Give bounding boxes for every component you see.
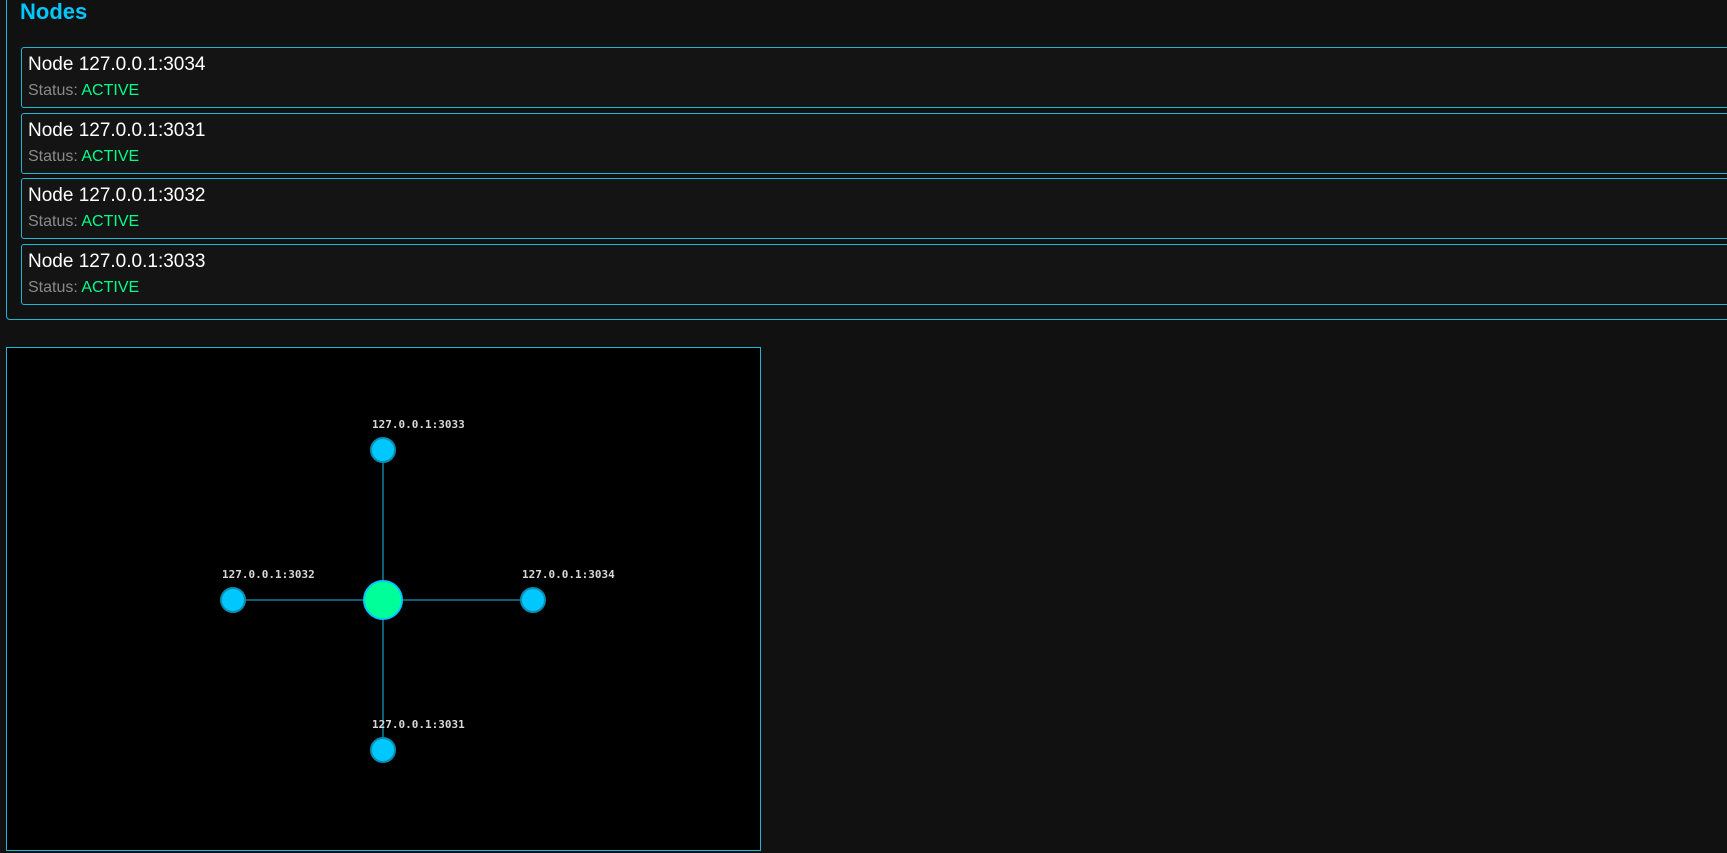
graph-node-self[interactable] <box>363 580 403 620</box>
status-value: ACTIVE <box>81 148 140 165</box>
node-status: Status: ACTIVE <box>28 82 139 100</box>
node-name: Node 127.0.0.1:3031 <box>28 120 206 141</box>
node-card[interactable]: Node 127.0.0.1:3032 Status: ACTIVE <box>21 178 1727 239</box>
graph-node-label: 127.0.0.1:3032 <box>222 568 315 581</box>
node-name: Node 127.0.0.1:3033 <box>28 251 206 272</box>
graph-node-label: 127.0.0.1:3031 <box>372 718 465 731</box>
node-name: Node 127.0.0.1:3034 <box>28 54 206 75</box>
node-status: Status: ACTIVE <box>28 213 139 231</box>
graph-node-peer[interactable] <box>220 587 246 613</box>
status-label: Status: <box>28 279 78 296</box>
network-graph-canvas[interactable]: 127.0.0.1:3033 127.0.0.1:3032 127.0.0.1:… <box>7 348 760 850</box>
graph-node-peer[interactable] <box>370 737 396 763</box>
node-card[interactable]: Node 127.0.0.1:3034 Status: ACTIVE <box>21 47 1727 108</box>
nodes-panel: Nodes Node 127.0.0.1:3034 Status: ACTIVE… <box>6 0 1727 320</box>
node-name: Node 127.0.0.1:3032 <box>28 185 206 206</box>
graph-node-label: 127.0.0.1:3033 <box>372 418 465 431</box>
status-label: Status: <box>28 148 78 165</box>
panel-title: Nodes <box>20 0 88 24</box>
status-value: ACTIVE <box>81 82 140 99</box>
node-status: Status: ACTIVE <box>28 279 139 297</box>
node-card[interactable]: Node 127.0.0.1:3033 Status: ACTIVE <box>21 244 1727 305</box>
graph-node-peer[interactable] <box>520 587 546 613</box>
graph-node-label: 127.0.0.1:3034 <box>522 568 615 581</box>
node-status: Status: ACTIVE <box>28 148 139 166</box>
network-graph[interactable]: 127.0.0.1:3033 127.0.0.1:3032 127.0.0.1:… <box>6 347 761 851</box>
status-label: Status: <box>28 82 78 99</box>
node-card[interactable]: Node 127.0.0.1:3031 Status: ACTIVE <box>21 113 1727 174</box>
status-value: ACTIVE <box>81 279 140 296</box>
graph-node-peer[interactable] <box>370 437 396 463</box>
status-label: Status: <box>28 213 78 230</box>
status-value: ACTIVE <box>81 213 140 230</box>
